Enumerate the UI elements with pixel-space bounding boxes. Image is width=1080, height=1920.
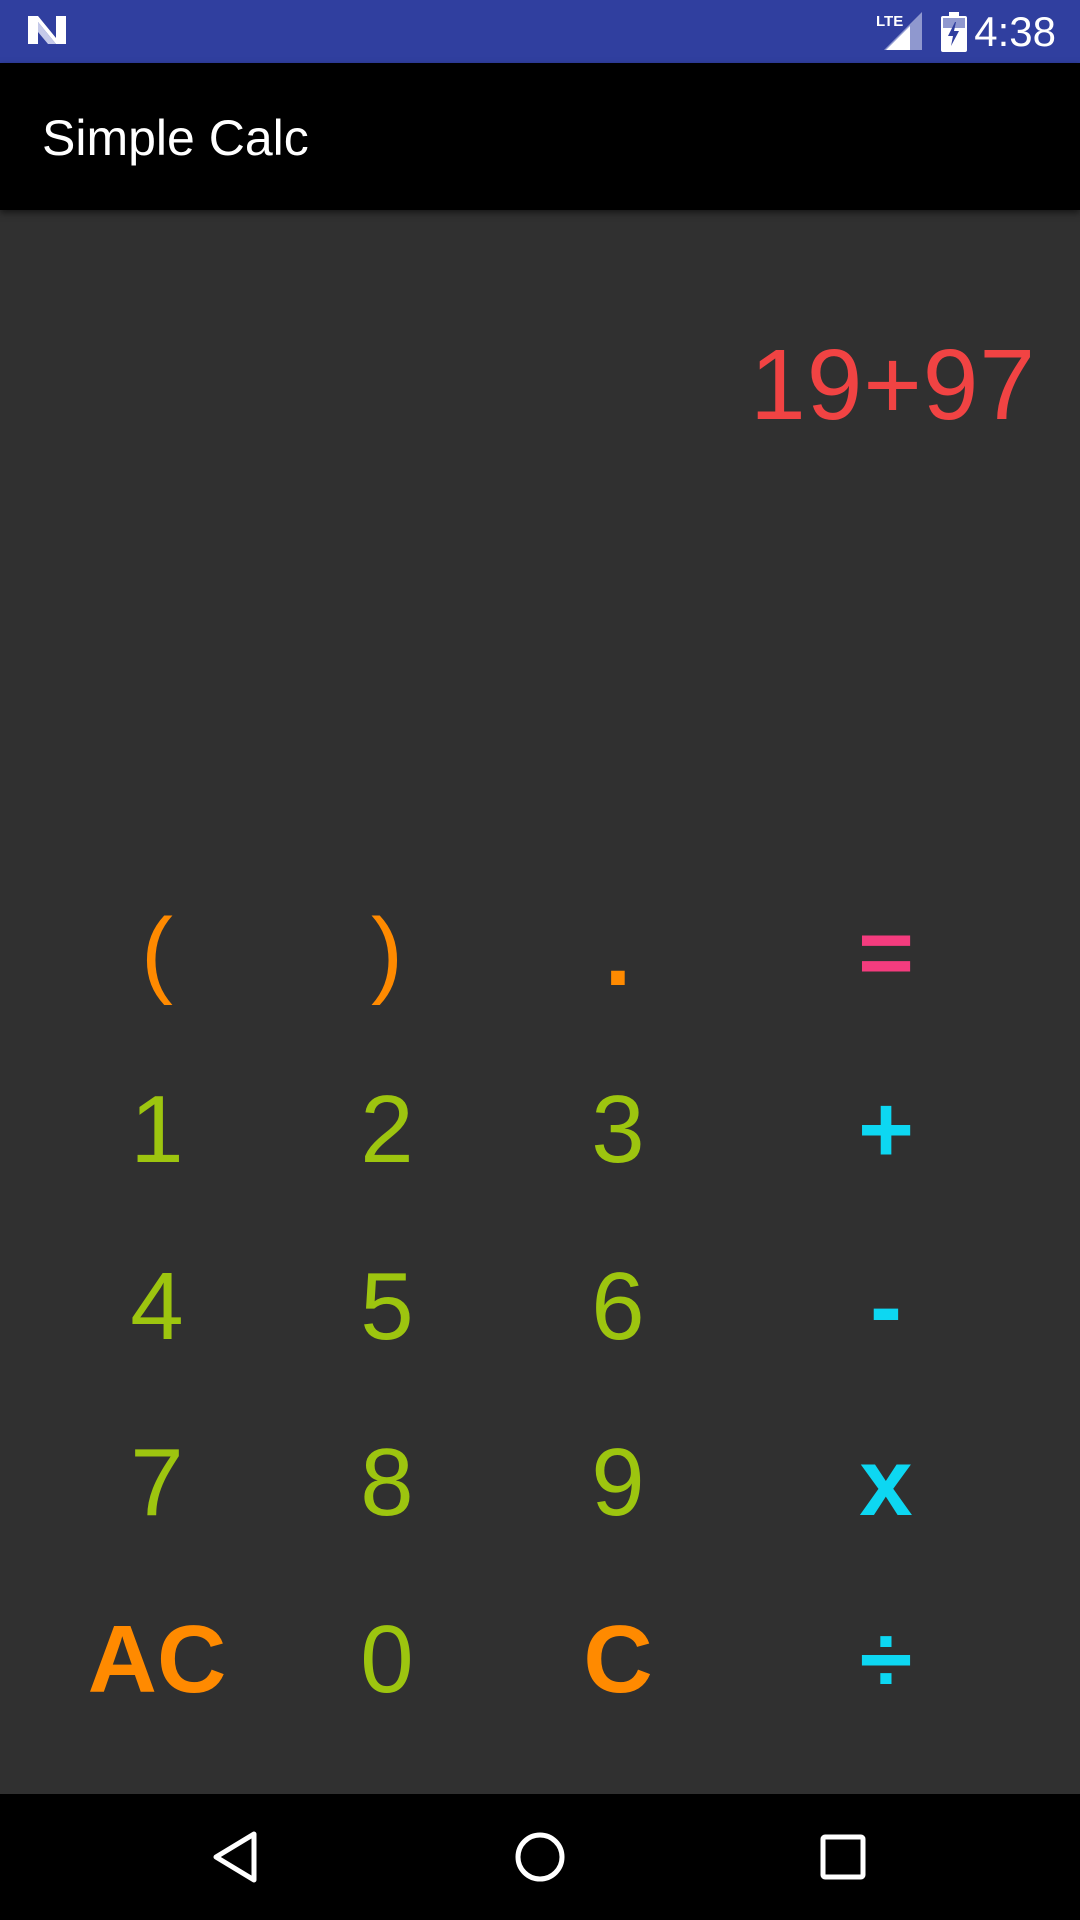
key-label: 9 [591,1429,645,1536]
digit-2-button[interactable]: 2 [272,1055,502,1205]
notification-n-icon [28,16,66,44]
key-label: 7 [130,1429,184,1536]
digit-5-button[interactable]: 5 [272,1232,502,1382]
app-bar: Simple Calc [0,63,1080,210]
multiply-button[interactable]: x [771,1408,1001,1558]
digit-9-button[interactable]: 9 [503,1408,733,1558]
digit-3-button[interactable]: 3 [503,1055,733,1205]
divide-button[interactable]: ÷ [771,1585,1001,1735]
network-type-label: LTE [876,13,903,30]
calculator-screen: LTE 4:38 Simple Calc 19+97 ( ) . = 1 2 3… [0,0,1080,1920]
subtract-button[interactable]: - [771,1232,1001,1382]
digit-1-button[interactable]: 1 [42,1055,272,1205]
key-label: 2 [360,1076,414,1183]
key-label: . [604,899,632,1006]
key-label: = [857,899,915,1006]
close-paren-button[interactable]: ) [272,878,502,1028]
key-label: ) [371,899,403,1006]
keypad: ( ) . = 1 2 3 + 4 5 6 - 7 8 9 x AC 0 C ÷ [0,878,1080,1763]
key-label: 1 [130,1076,184,1183]
key-label: + [857,1076,915,1183]
key-label: C [583,1606,653,1713]
key-label: - [870,1253,902,1360]
home-icon[interactable] [507,1824,573,1890]
decimal-point-button[interactable]: . [503,878,733,1028]
status-bar: LTE 4:38 [0,0,1080,63]
all-clear-button[interactable]: AC [42,1585,272,1735]
clock: 4:38 [974,8,1056,55]
open-paren-button[interactable]: ( [42,878,272,1028]
key-label: 6 [591,1253,645,1360]
back-icon[interactable] [202,1824,268,1890]
app-title: Simple Calc [42,110,309,166]
recents-icon[interactable] [810,1824,876,1890]
digit-7-button[interactable]: 7 [42,1408,272,1558]
key-label: AC [87,1606,227,1713]
digit-6-button[interactable]: 6 [503,1232,733,1382]
add-button[interactable]: + [771,1055,1001,1205]
digit-0-button[interactable]: 0 [272,1585,502,1735]
digit-8-button[interactable]: 8 [272,1408,502,1558]
clear-button[interactable]: C [503,1585,733,1735]
expression-display: 19+97 [750,329,1036,441]
key-label: 3 [591,1076,645,1183]
digit-4-button[interactable]: 4 [42,1232,272,1382]
battery-charging-icon [941,12,967,52]
navigation-bar [0,1794,1080,1920]
key-label: 8 [360,1429,414,1536]
equals-button[interactable]: = [771,878,1001,1028]
key-label: 5 [360,1253,414,1360]
key-label: x [859,1429,913,1536]
key-label: 4 [130,1253,184,1360]
key-label: 0 [360,1606,414,1713]
lte-signal-icon: LTE [876,12,922,50]
key-label: ( [141,899,173,1006]
key-label: ÷ [859,1606,913,1713]
